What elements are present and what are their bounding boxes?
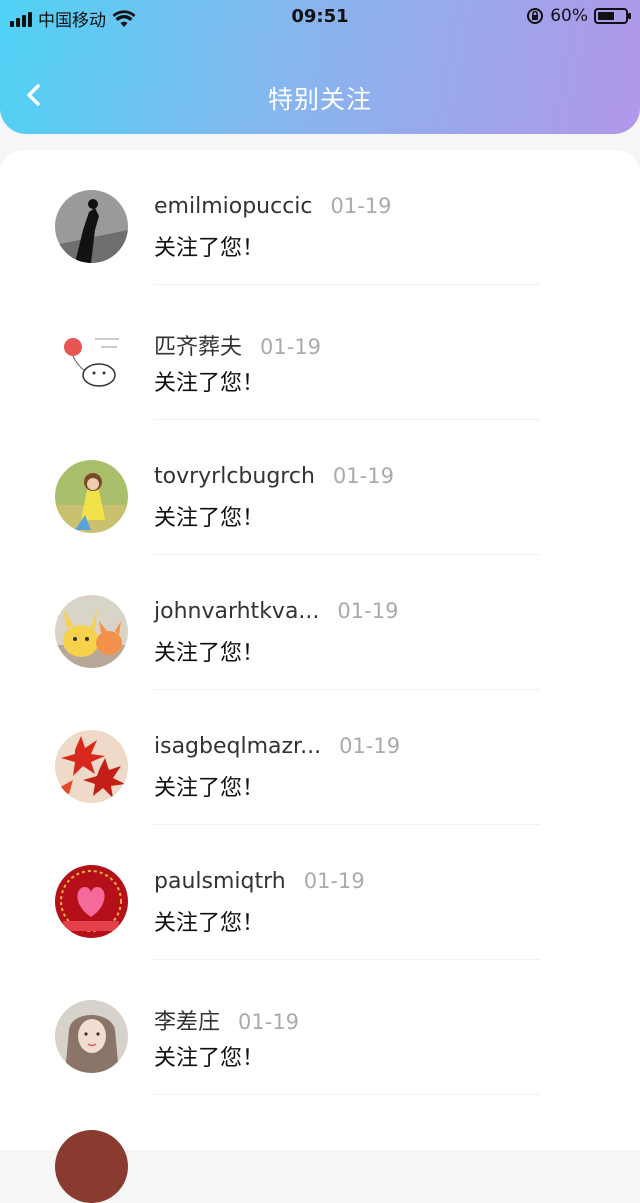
status-right: 60%: [526, 6, 631, 26]
row-header: paulsmiqtrh 01-19: [154, 869, 365, 894]
list-item[interactable]: emilmiopuccic 01-19 关注了您！: [0, 150, 640, 285]
battery-percent: 60%: [550, 6, 588, 26]
next-avatar-partial[interactable]: [55, 1130, 128, 1203]
message-text: 关注了您！: [154, 506, 265, 531]
battery-fill: [598, 12, 614, 20]
date-label: 01-19: [238, 1010, 300, 1034]
page-title: 特别关注: [267, 85, 372, 114]
nav-bar: 特别关注: [0, 60, 640, 132]
balloon-cartoon-avatar[interactable]: [55, 325, 128, 398]
row-header: 李差庄 01-19: [154, 1004, 299, 1036]
woman-portrait-avatar[interactable]: [55, 1000, 128, 1073]
username[interactable]: paulsmiqtrh: [154, 869, 286, 894]
list-item[interactable]: paulsmiqtrh 01-19 关注了您！: [0, 825, 640, 960]
date-label: 01-19: [332, 464, 394, 488]
date-label: 01-19: [330, 194, 392, 218]
row-header: johnvarhtkva... 01-19: [154, 599, 398, 624]
message-text: 关注了您！: [154, 911, 265, 936]
person-silhouette-avatar[interactable]: [55, 190, 128, 263]
list-item[interactable]: johnvarhtkva... 01-19 关注了您！: [0, 555, 640, 690]
row-header: tovryrlcbugrch 01-19: [154, 464, 394, 489]
row-header: 匹齐葬夫 01-19: [154, 329, 321, 361]
row-header: isagbeqlmazr... 01-19: [154, 734, 400, 759]
list-item[interactable]: 李差庄 01-19 关注了您！: [0, 960, 640, 1095]
date-label: 01-19: [337, 599, 399, 623]
notification-list: emilmiopuccic 01-19 关注了您！ 匹齐葬夫 01-19 关注了…: [0, 150, 640, 1150]
message-text: 关注了您！: [154, 776, 265, 801]
message-text: 关注了您！: [154, 371, 265, 396]
message-text: 关注了您！: [154, 1046, 265, 1071]
pikachu-figures-avatar[interactable]: [55, 595, 128, 668]
status-bar: 中国移动 09:51 60%: [0, 0, 640, 34]
battery-icon: [594, 8, 631, 24]
row-header: emilmiopuccic 01-19: [154, 194, 392, 219]
rotation-lock-icon: [527, 8, 544, 24]
date-label: 01-19: [260, 335, 322, 359]
date-label: 01-19: [339, 734, 401, 758]
username[interactable]: johnvarhtkva...: [154, 599, 319, 624]
list-item[interactable]: tovryrlcbugrch 01-19 关注了您！: [0, 420, 640, 555]
list-item[interactable]: isagbeqlmazr... 01-19 关注了您！: [0, 690, 640, 825]
username[interactable]: 李差庄: [154, 1004, 220, 1036]
username[interactable]: 匹齐葬夫: [154, 329, 242, 361]
message-text: 关注了您！: [154, 641, 265, 666]
username[interactable]: tovryrlcbugrch: [154, 464, 315, 489]
red-heart-avatar[interactable]: [55, 865, 128, 938]
list-item[interactable]: 匹齐葬夫 01-19 关注了您！: [0, 285, 640, 420]
message-text: 关注了您！: [154, 236, 265, 261]
username[interactable]: emilmiopuccic: [154, 194, 313, 219]
header: 中国移动 09:51 60% 特别关注: [0, 0, 640, 134]
date-label: 01-19: [303, 869, 365, 893]
divider: [154, 1094, 540, 1095]
red-maple-leaves-avatar[interactable]: [55, 730, 128, 803]
girl-in-field-avatar[interactable]: [55, 460, 128, 533]
username[interactable]: isagbeqlmazr...: [154, 734, 321, 759]
